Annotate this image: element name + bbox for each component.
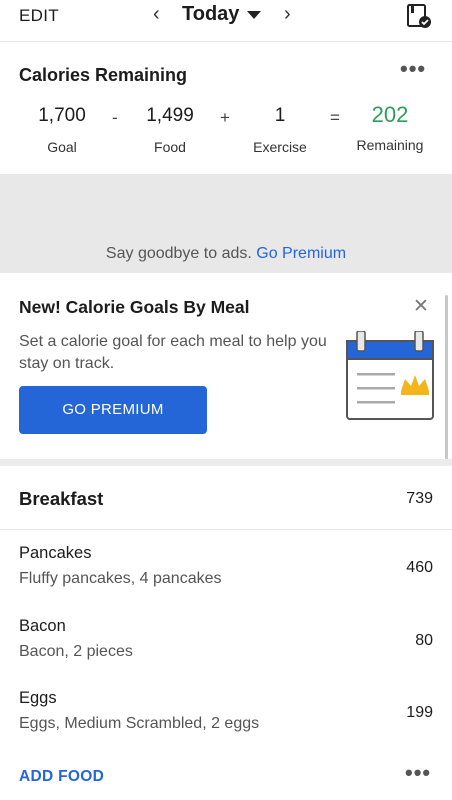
calories-remaining-title: Calories Remaining: [19, 65, 188, 85]
meal-more-options-icon[interactable]: •••: [405, 760, 431, 786]
section-divider: [0, 459, 452, 466]
exercise-label: Exercise: [253, 139, 307, 155]
food-description: Bacon, 2 pieces: [19, 643, 133, 660]
ad-text: Say goodbye to ads. Go Premium: [0, 245, 452, 263]
ad-message: Say goodbye to ads.: [105, 245, 252, 262]
food-entry[interactable]: Bacon Bacon, 2 pieces 80: [0, 604, 452, 676]
food-value: 1,499: [146, 105, 194, 126]
equals-operator: =: [330, 108, 340, 127]
meal-total-calories: 739: [406, 490, 433, 507]
remaining-column: 202 Remaining: [350, 102, 430, 153]
next-day-button[interactable]: ›: [284, 3, 291, 26]
food-calories: 80: [415, 632, 433, 649]
diary-check-icon[interactable]: [406, 3, 432, 29]
food-calories: 199: [406, 704, 433, 721]
more-options-icon[interactable]: •••: [400, 56, 426, 82]
food-entry[interactable]: Eggs Eggs, Medium Scrambled, 2 eggs 199: [0, 676, 452, 748]
minus-operator: -: [112, 108, 118, 127]
top-bar: EDIT ‹ Today ›: [0, 0, 452, 42]
edit-button[interactable]: EDIT: [19, 6, 59, 26]
remaining-value: 202: [371, 102, 409, 127]
close-icon[interactable]: ✕: [413, 295, 429, 318]
previous-day-button[interactable]: ‹: [153, 3, 160, 26]
plus-operator: +: [220, 108, 230, 127]
date-selector[interactable]: Today: [182, 3, 239, 26]
food-column: 1,499 Food: [138, 105, 202, 155]
add-food-button[interactable]: ADD FOOD: [19, 768, 104, 786]
goal-label: Goal: [47, 139, 77, 155]
go-premium-link[interactable]: Go Premium: [256, 245, 346, 262]
meal-header-breakfast[interactable]: Breakfast 739: [0, 466, 452, 530]
scrollbar[interactable]: [445, 295, 448, 465]
food-calories: 460: [406, 559, 433, 576]
promo-title: New! Calorie Goals By Meal: [19, 297, 250, 317]
food-entry[interactable]: Pancakes Fluffy pancakes, 4 pancakes 460: [0, 531, 452, 603]
calendar-crown-icon: [346, 331, 434, 420]
chevron-down-icon[interactable]: [247, 11, 261, 19]
food-description: Eggs, Medium Scrambled, 2 eggs: [19, 715, 260, 732]
food-description: Fluffy pancakes, 4 pancakes: [19, 570, 222, 587]
meal-name: Breakfast: [19, 488, 104, 509]
exercise-value: 1: [274, 105, 286, 126]
food-name: Bacon: [19, 617, 66, 635]
go-premium-button[interactable]: GO PREMIUM: [19, 386, 207, 434]
goal-column: 1,700 Goal: [30, 105, 94, 155]
remaining-label: Remaining: [356, 137, 424, 153]
food-label: Food: [154, 139, 186, 155]
promo-description: Set a calorie goal for each meal to help…: [19, 333, 327, 372]
food-name: Pancakes: [19, 544, 92, 562]
premium-promo-card: New! Calorie Goals By Meal ✕ Set a calor…: [0, 273, 452, 459]
goal-value: 1,700: [38, 105, 86, 126]
ad-banner: Say goodbye to ads. Go Premium: [0, 174, 452, 273]
calories-remaining-card: Calories Remaining ••• 1,700 Goal - 1,49…: [0, 43, 452, 173]
exercise-column: 1 Exercise: [245, 105, 315, 155]
food-name: Eggs: [19, 689, 57, 707]
